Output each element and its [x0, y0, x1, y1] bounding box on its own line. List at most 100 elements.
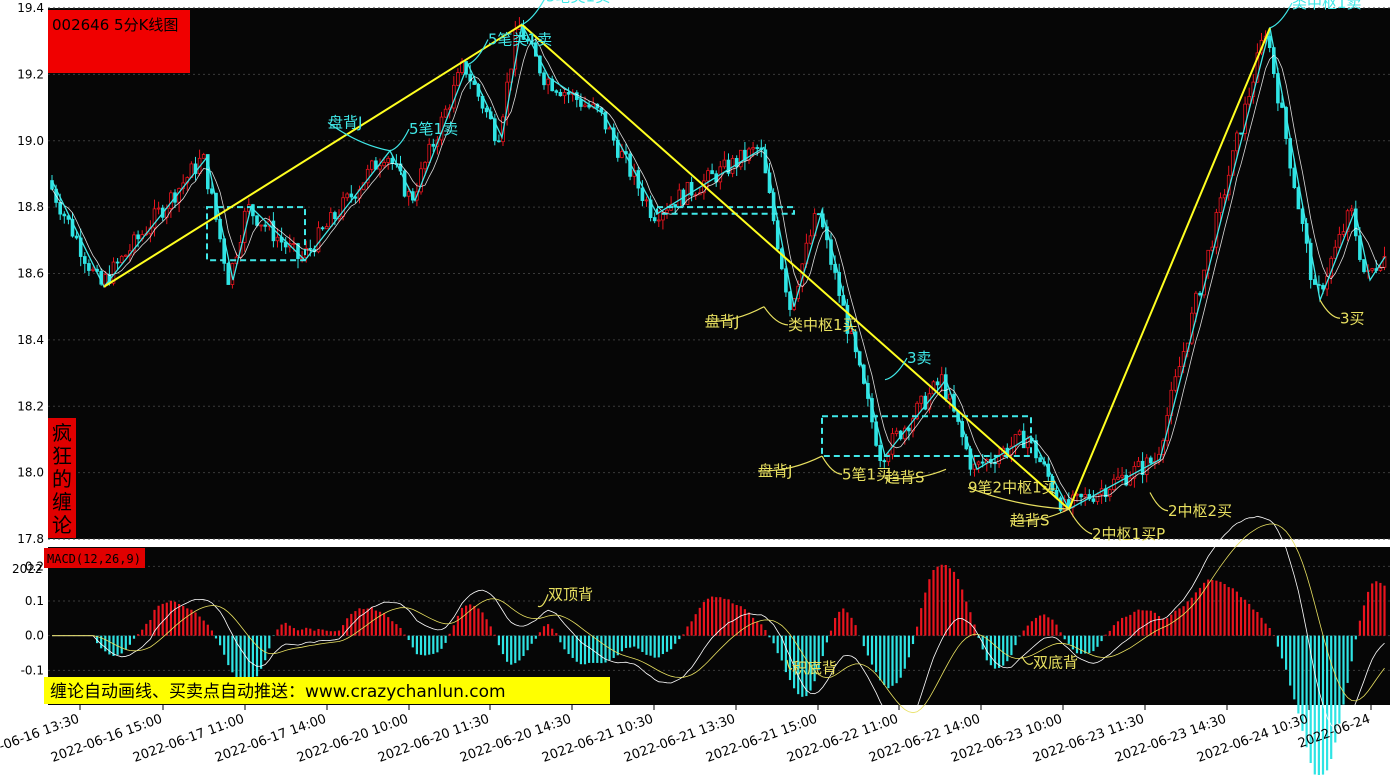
candle-body [1108, 489, 1112, 498]
candle-body [431, 143, 436, 147]
candle-body [386, 157, 390, 163]
candle-body [484, 107, 489, 113]
candle-body [890, 433, 895, 455]
annotation-label: 2中枢1买P [1092, 525, 1165, 543]
annotation-label: 3卖 [907, 349, 932, 367]
candle-body [308, 248, 313, 250]
annotation-label: 2中枢2买 [1168, 502, 1232, 520]
macd-title: MACD(12,26,9) [47, 552, 141, 566]
side-label-char: 缠 [52, 490, 72, 514]
candle-body [226, 262, 231, 285]
price-tick-label: 18.4 [17, 333, 44, 347]
candle-body [1370, 268, 1375, 271]
side-label-char: 的 [52, 467, 72, 491]
candle-body [1026, 438, 1030, 449]
candle-body [607, 127, 612, 130]
candle-body [345, 193, 349, 199]
candle-body [1235, 132, 1239, 152]
candle-body [115, 261, 120, 264]
macd-stray-label: 2022 [12, 562, 43, 576]
annotation-label: 3买 [1340, 309, 1365, 327]
annotation-label: 盘背J [328, 113, 362, 131]
candle-body [1349, 208, 1354, 212]
candle-body [583, 104, 587, 107]
candle-body [259, 224, 263, 227]
side-label: 疯狂的缠论 [52, 421, 72, 537]
candle-body [652, 217, 657, 222]
candle-body [816, 213, 821, 216]
chan-kline-chart: 5笔类1卖5笔类1卖盘背J5笔1卖类中枢1卖3卖盘背J类中枢1买3买盘背J5笔1… [0, 0, 1390, 775]
candle-body [255, 215, 259, 226]
candle-body [1222, 194, 1227, 199]
candle-body [644, 199, 649, 202]
candle-body [456, 72, 460, 86]
annotation-label: 双顶背 [548, 585, 593, 603]
candle-body [657, 219, 661, 222]
chart-title: 002646 5分K线图 [52, 16, 178, 34]
candle-body [1116, 476, 1120, 480]
candle-body [1218, 197, 1223, 213]
annotation-label: 5笔1买 [842, 465, 891, 483]
macd-axis: 0.20.10.0-0.1 [21, 559, 44, 677]
candle-body [1083, 494, 1088, 498]
candle-body [333, 212, 337, 220]
candle-body [58, 202, 62, 215]
candle-body [87, 263, 91, 271]
candle-body [406, 191, 411, 197]
candle-body [497, 140, 501, 143]
annotation-label: 5笔类1卖 [488, 31, 552, 49]
price-tick-label: 17.8 [17, 532, 44, 546]
candle-body [1198, 292, 1202, 296]
candle-body [423, 161, 427, 170]
candle-body [620, 151, 624, 158]
candle-body [1038, 457, 1042, 463]
candle-body [324, 226, 329, 230]
candle-body [706, 170, 710, 182]
macd-tick-label: 0.1 [25, 594, 44, 608]
candle-body [402, 170, 407, 197]
candle-body [1267, 35, 1272, 49]
candle-body [780, 248, 784, 270]
candle-body [566, 92, 571, 95]
price-tick-label: 18.2 [17, 399, 44, 413]
candle-body [1239, 132, 1243, 135]
candle-body [542, 72, 546, 86]
candle-body [1095, 493, 1100, 502]
annotation-label: 双底背 [1033, 654, 1078, 672]
candle-body [1173, 376, 1178, 391]
candle-body [328, 212, 333, 227]
macd-tick-label: 0.0 [25, 629, 44, 643]
footer-banner: 缠论自动画线、买卖点自动推送：www.crazychanlun.com [50, 682, 506, 702]
candle-body [1079, 493, 1083, 498]
annotation-label: 5笔类1卖 [546, 0, 610, 5]
candle-body [1341, 231, 1346, 235]
candle-body [443, 108, 448, 118]
candle-body [882, 460, 887, 463]
candle-body [201, 154, 206, 159]
candle-body [382, 162, 386, 167]
side-label-char: 论 [52, 513, 72, 537]
candle-body [976, 461, 981, 465]
price-tick-label: 18.8 [17, 200, 44, 214]
candle-body [1362, 259, 1366, 273]
candle-body [427, 143, 431, 163]
candle-body [263, 224, 267, 227]
candle-body [579, 99, 583, 107]
candle-body [156, 207, 161, 210]
price-tick-label: 18.0 [17, 466, 44, 480]
candle-body [894, 430, 899, 434]
candle-body [665, 209, 669, 213]
candle-body [369, 160, 374, 170]
candle-body [808, 235, 813, 244]
candle-body [1136, 460, 1141, 467]
candle-body [62, 213, 67, 217]
candle-body [320, 227, 325, 230]
candle-body [558, 91, 563, 97]
price-tick-label: 18.6 [17, 267, 44, 281]
candle-body [554, 90, 559, 93]
candle-body [878, 444, 882, 461]
candle-body [980, 461, 985, 464]
price-axis: 19.4 19.2 19.0 18.8 18.6 18.4 18.2 18.0 17.8 [17, 1, 44, 546]
candle-body [673, 204, 677, 208]
candle-body [788, 291, 792, 310]
